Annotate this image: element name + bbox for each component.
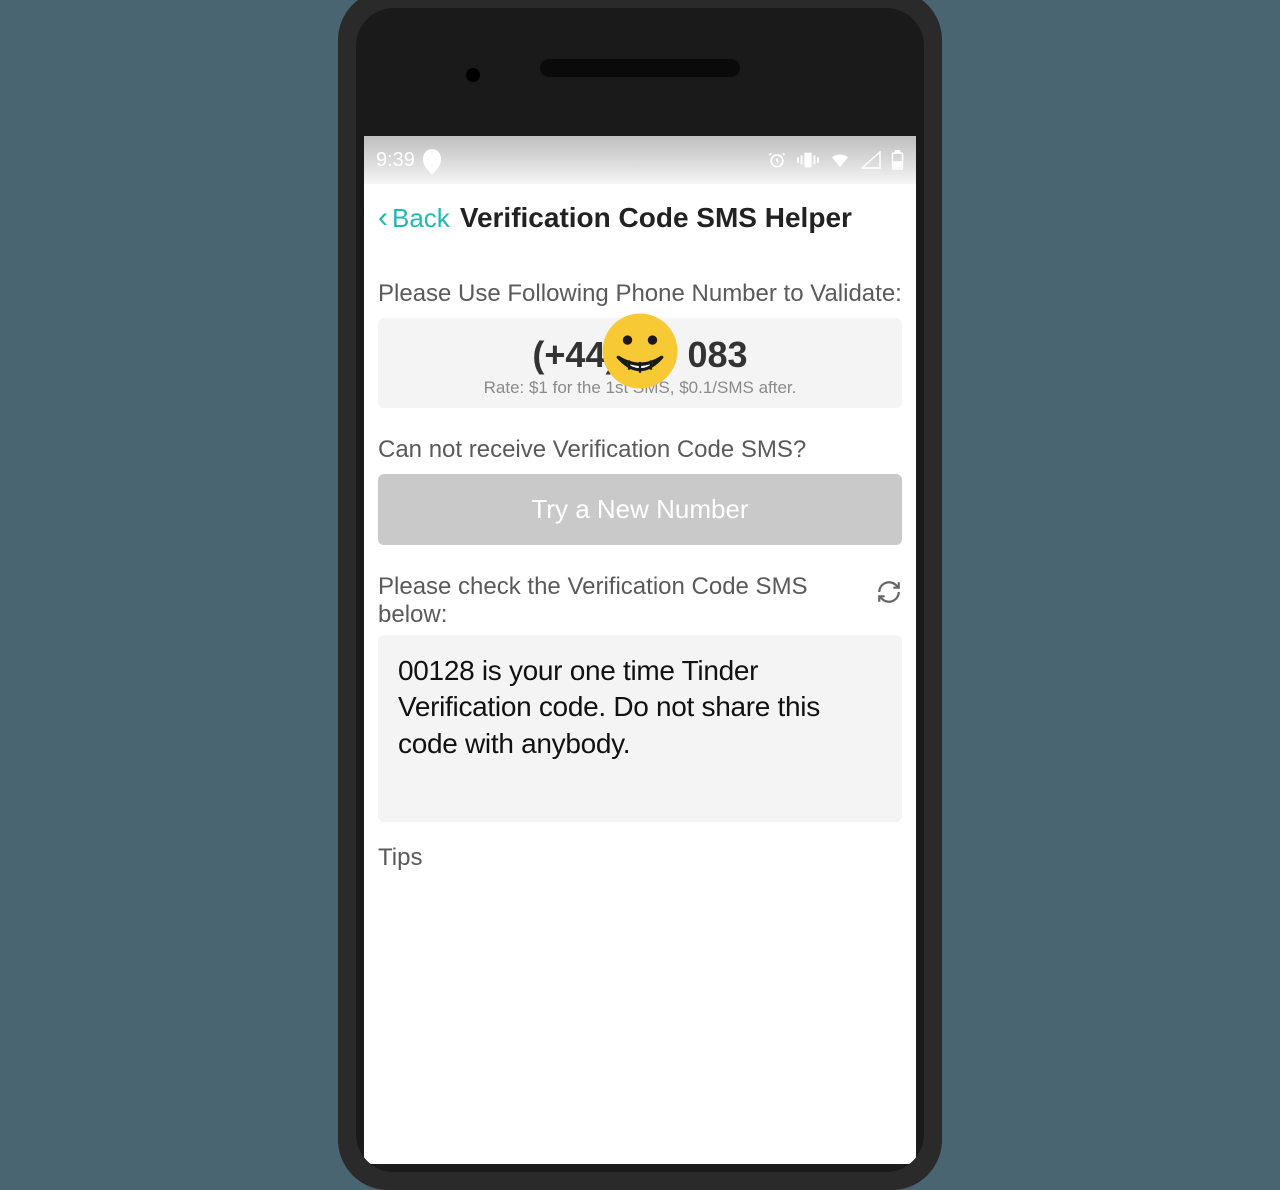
phone-inner: 9:39: [356, 8, 924, 1172]
nav-bar: ‹ Back Verification Code SMS Helper: [364, 184, 916, 252]
refresh-button[interactable]: [876, 579, 902, 610]
sms-message: 00128 is your one time Tinder Verificati…: [398, 653, 882, 762]
back-label: Back: [392, 203, 450, 234]
sms-card: 00128 is your one time Tinder Verificati…: [378, 635, 902, 822]
smiley-emoji-icon: [601, 312, 679, 390]
page-title: Verification Code SMS Helper: [460, 202, 852, 234]
refresh-icon: [876, 579, 902, 605]
camera-icon: [466, 68, 480, 82]
phone-instruction-label: Please Use Following Phone Number to Val…: [378, 280, 902, 308]
status-bar: 9:39: [364, 136, 916, 184]
try-new-number-button[interactable]: Try a New Number: [378, 474, 902, 545]
cannot-receive-label: Can not receive Verification Code SMS?: [378, 436, 902, 464]
content: Please Use Following Phone Number to Val…: [364, 280, 916, 872]
phone-number-card: (+44)786 083 Rate: $1 for the 1st SMS, $…: [378, 318, 902, 408]
tips-label: Tips: [378, 844, 902, 872]
try-button-label: Try a New Number: [531, 494, 748, 524]
alarm-icon: [767, 150, 787, 170]
wifi-icon: [829, 151, 851, 169]
vibrate-icon: [797, 150, 819, 170]
chevron-left-icon: ‹: [378, 203, 388, 233]
screen: 9:39: [364, 136, 916, 1164]
battery-icon: [891, 150, 904, 170]
notification-icon: [423, 149, 441, 171]
speaker-icon: [540, 59, 740, 77]
phone-top: [356, 8, 924, 128]
phone-frame: 9:39: [338, 0, 942, 1190]
check-sms-label: Please check the Verification Code SMS b…: [378, 573, 866, 629]
status-time: 9:39: [376, 149, 415, 172]
signal-icon: [861, 151, 881, 169]
back-button[interactable]: ‹ Back: [378, 203, 450, 234]
